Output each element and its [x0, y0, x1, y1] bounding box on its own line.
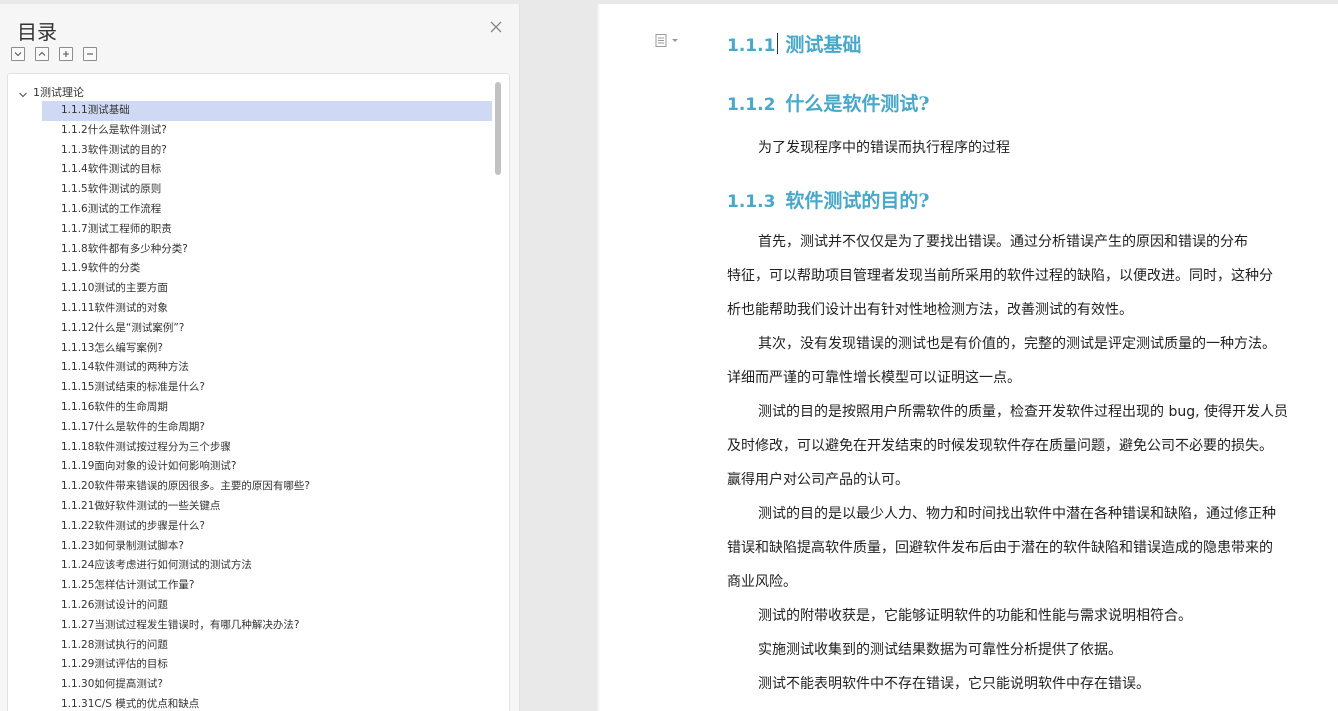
paragraph-line: 测试的目的是以最少人力、物力和时间找出软件中潜在各种错误和缺陷，通过修正种: [758, 506, 1276, 522]
toc-item[interactable]: 1.1.8软件都有多少种分类?: [42, 240, 492, 260]
close-icon[interactable]: [487, 18, 505, 36]
toc-item[interactable]: 1.1.10测试的主要方面: [42, 279, 492, 299]
paragraph-handle-icon[interactable]: [654, 33, 684, 49]
purpose-paragraphs[interactable]: 首先，测试并不仅仅是为了要找出错误。通过分析错误产生的原因和错误的分布 特征，可…: [727, 225, 1327, 701]
toc-root-item[interactable]: 1测试理论: [8, 81, 488, 101]
paragraph-line: 赢得用户对公司产品的认可。: [727, 472, 909, 488]
toc-item[interactable]: 1.1.18软件测试按过程分为三个步骤: [42, 438, 492, 458]
page-shadow: [597, 4, 600, 711]
paragraph-line: 其次，没有发现错误的测试也是有价值的，完整的测试是评定测试质量的一种方法。: [758, 336, 1276, 352]
toc-item[interactable]: 1.1.17什么是软件的生命周期?: [42, 418, 492, 438]
toc-item[interactable]: 1.1.5软件测试的原则: [42, 180, 492, 200]
paragraph-line: 为了发现程序中的错误而执行程序的过程: [758, 140, 1010, 156]
definition-paragraph[interactable]: 为了发现程序中的错误而执行程序的过程: [727, 131, 1327, 165]
toc-item[interactable]: 1.1.24应该考虑进行如何测试的测试方法: [42, 556, 492, 576]
toc-item[interactable]: 1.1.16软件的生命周期: [42, 398, 492, 418]
toc-item[interactable]: 1.1.22软件测试的步骤是什么?: [42, 517, 492, 537]
heading-1-1-3[interactable]: 1.1.3 软件测试的目的?: [727, 186, 930, 213]
toc-item[interactable]: 1.1.11软件测试的对象: [42, 299, 492, 319]
toc-title: 目录: [17, 20, 57, 44]
plus-icon[interactable]: [59, 47, 73, 61]
minus-icon[interactable]: [83, 47, 97, 61]
toc-item[interactable]: 1.1.4软件测试的目标: [42, 160, 492, 180]
toc-panel: 目录 1测试理论 1.1.1测试基础 1.1.2什么是软件测试? 1.1.3软件测试…: [0, 4, 520, 711]
toc-item[interactable]: 1.1.19面向对象的设计如何影响测试?: [42, 457, 492, 477]
expand-all-icon[interactable]: [35, 47, 49, 61]
heading-number: 1.1.1: [727, 36, 776, 56]
toc-tree: 1测试理论 1.1.1测试基础 1.1.2什么是软件测试? 1.1.3软件测试的目的…: [7, 73, 510, 711]
collapse-all-icon[interactable]: [11, 47, 25, 61]
chevron-down-icon[interactable]: [18, 85, 28, 104]
paragraph-line: 实施测试收集到的测试结果数据为可靠性分析提供了依据。: [758, 642, 1122, 658]
toc-item[interactable]: 1.1.20软件带来错误的原因很多。主要的原因有哪些?: [42, 477, 492, 497]
toc-item[interactable]: 1.1.12什么是“测试案例”?: [42, 319, 492, 339]
heading-number: 1.1.3: [727, 192, 776, 212]
toc-item[interactable]: 1.1.23如何录制测试脚本?: [42, 537, 492, 557]
heading-1-1-2[interactable]: 1.1.2 什么是软件测试?: [727, 89, 930, 116]
heading-number: 1.1.2: [727, 95, 776, 115]
toc-item[interactable]: 1.1.3软件测试的目的?: [42, 141, 492, 161]
toc-item[interactable]: 1.1.28测试执行的问题: [42, 636, 492, 656]
document-gutter: [521, 4, 597, 711]
toc-item[interactable]: 1.1.14软件测试的两种方法: [42, 358, 492, 378]
toc-item[interactable]: 1.1.26测试设计的问题: [42, 596, 492, 616]
toc-item[interactable]: 1.1.7测试工程师的职责: [42, 220, 492, 240]
paragraph-line: 错误和缺陷提高软件质量，回避软件发布后由于潜在的软件缺陷和错误造成的隐患带来的: [727, 540, 1273, 556]
paragraph-line: 商业风险。: [727, 574, 797, 590]
paragraph-line: 测试的附带收获是，它能够证明软件的功能和性能与需求说明相符合。: [758, 608, 1192, 624]
toc-item[interactable]: 1.1.6测试的工作流程: [42, 200, 492, 220]
toc-item[interactable]: 1.1.30如何提高测试?: [42, 675, 492, 695]
paragraph-line: 析也能帮助我们设计出有针对性地检测方法，改善测试的有效性。: [727, 302, 1133, 318]
paragraph-line: 首先，测试并不仅仅是为了要找出错误。通过分析错误产生的原因和错误的分布: [758, 234, 1248, 250]
toc-item[interactable]: 1.1.1测试基础: [42, 101, 492, 121]
toc-root-label: 1测试理论: [33, 86, 84, 99]
toc-list: 1.1.1测试基础 1.1.2什么是软件测试? 1.1.3软件测试的目的? 1.1.4…: [42, 101, 492, 711]
toc-scrollbar[interactable]: [495, 82, 501, 175]
heading-text: 软件测试的目的?: [785, 190, 930, 212]
toc-item[interactable]: 1.1.21做好软件测试的一些关键点: [42, 497, 492, 517]
toc-item[interactable]: 1.1.13怎么编写案例?: [42, 339, 492, 359]
toc-item[interactable]: 1.1.31C/S 模式的优点和缺点: [42, 695, 492, 711]
paragraph-line: 特征，可以帮助项目管理者发现当前所采用的软件过程的缺陷，以便改进。同时，这种分: [727, 268, 1273, 284]
paragraph-line: 测试的目的是按照用户所需软件的质量，检查开发软件过程出现的 bug, 使得开发人…: [758, 404, 1288, 420]
paragraph-line: 详细而严谨的可靠性增长模型可以证明这一点。: [727, 370, 1021, 386]
paragraph-line: 及时修改，可以避免在开发结束的时候发现软件存在质量问题，避免公司不必要的损失。: [727, 438, 1273, 454]
toc-item[interactable]: 1.1.2什么是软件测试?: [42, 121, 492, 141]
toc-item[interactable]: 1.1.29测试评估的目标: [42, 655, 492, 675]
toc-item[interactable]: 1.1.9软件的分类: [42, 259, 492, 279]
toc-item[interactable]: 1.1.15测试结束的标准是什么?: [42, 378, 492, 398]
toc-item[interactable]: 1.1.25怎样估计测试工作量?: [42, 576, 492, 596]
heading-text: 什么是软件测试?: [785, 93, 930, 115]
document-page[interactable]: 1.1.1 测试基础 1.1.2 什么是软件测试? 为了发现程序中的错误而执行程序的…: [597, 4, 1338, 711]
heading-text: 测试基础: [785, 34, 862, 56]
paragraph-line: 测试不能表明软件中不存在错误，它只能说明软件中存在错误。: [758, 676, 1150, 692]
toc-item[interactable]: 1.1.27当测试过程发生错误时，有哪几种解决办法?: [42, 616, 492, 636]
text-cursor: [777, 33, 778, 54]
heading-1-1-1[interactable]: 1.1.1 测试基础: [727, 30, 861, 57]
